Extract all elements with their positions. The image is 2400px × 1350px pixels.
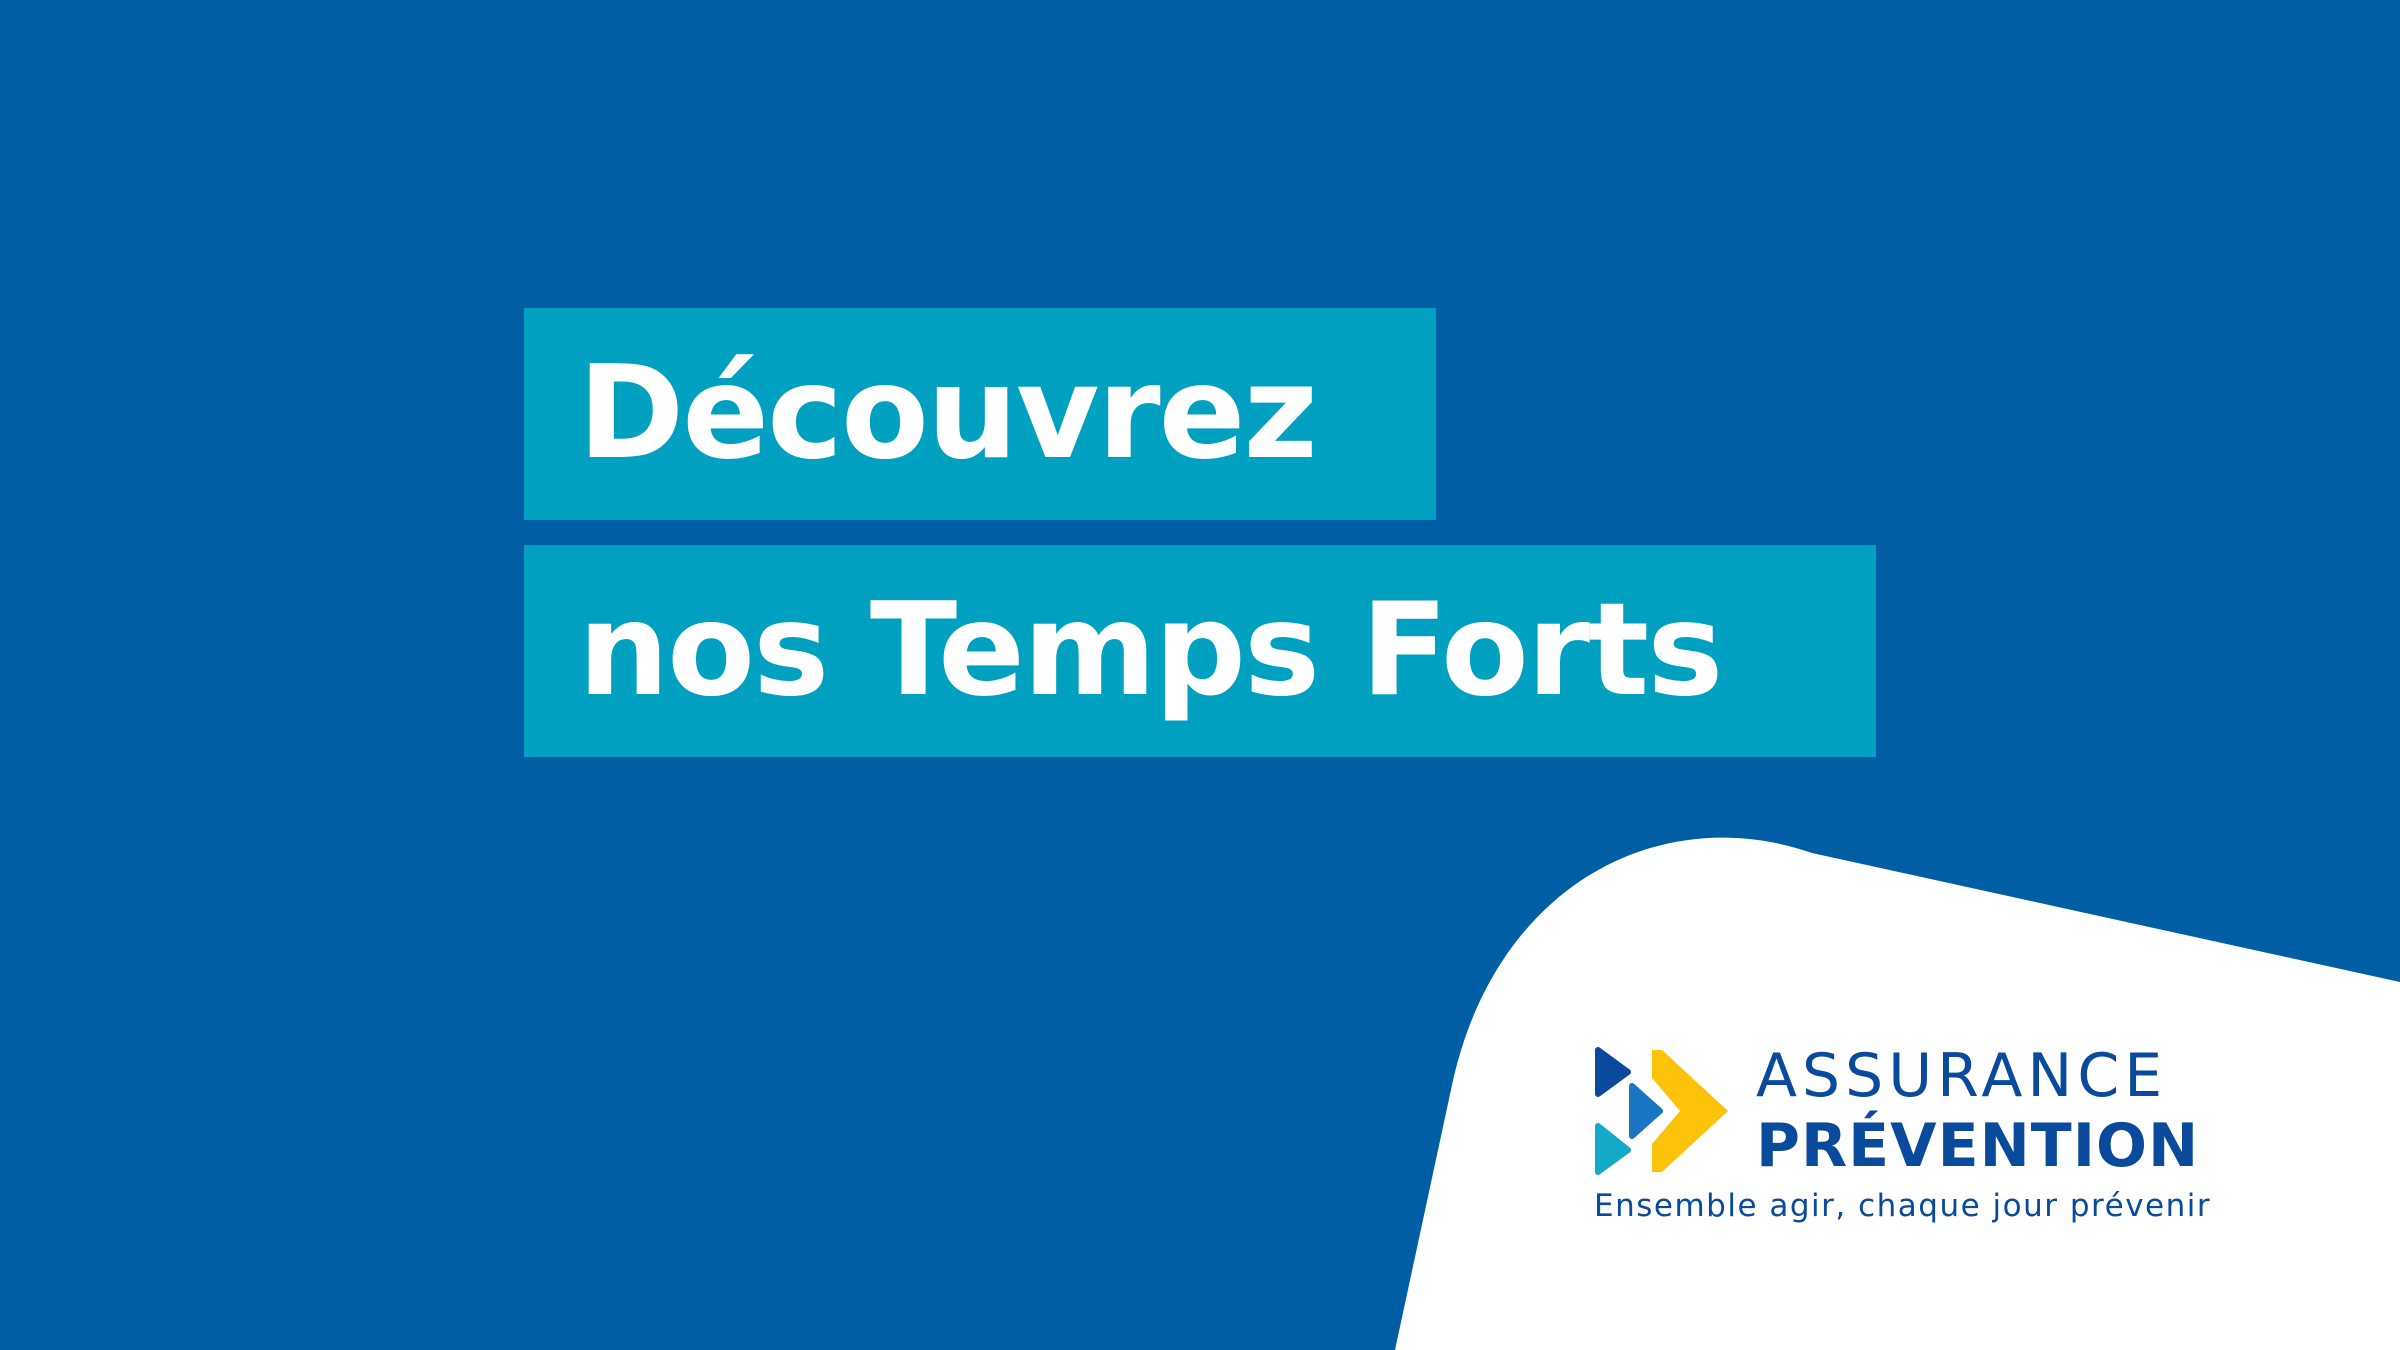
assurance-prevention-logo-mark-icon: [1595, 1047, 1728, 1175]
logo-teal-chevron: [1595, 1123, 1631, 1175]
logo-tagline: Ensemble agir, chaque jour prévenir: [1594, 1188, 2212, 1224]
assurance-prevention-logo: ASSURANCE PRÉVENTION Ensemble agir, chaq…: [1594, 1046, 2260, 1236]
logo-word-prevention: PRÉVENTION: [1756, 1111, 2200, 1181]
logo-blue-chevron: [1629, 1083, 1663, 1139]
logo-yellow-arrow: [1652, 1050, 1728, 1172]
logo-word-assurance: ASSURANCE: [1756, 1041, 2168, 1111]
logo-navy-chevron: [1595, 1047, 1631, 1097]
